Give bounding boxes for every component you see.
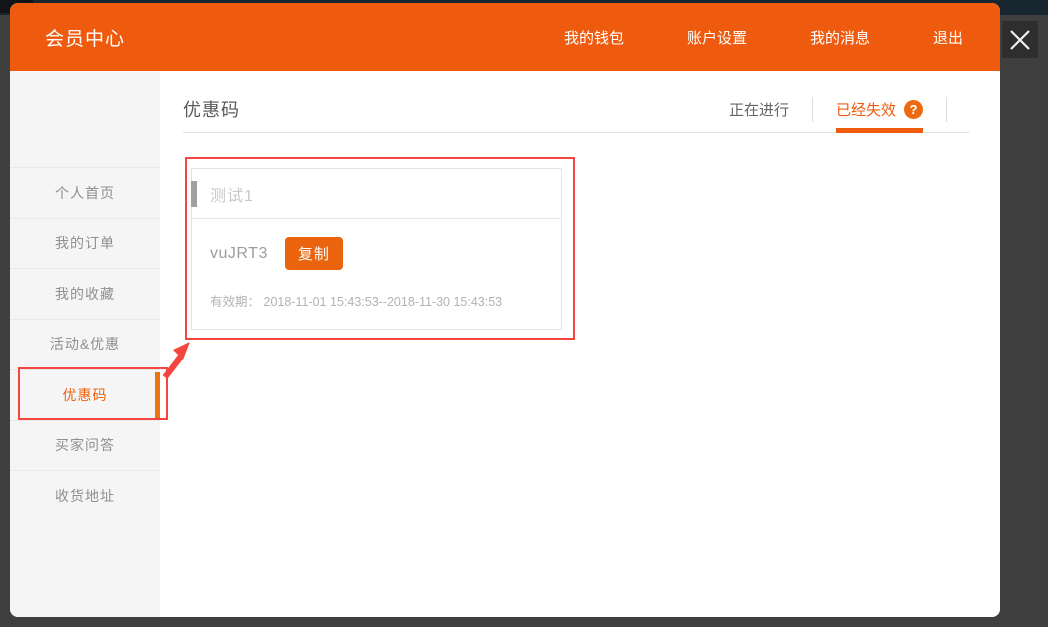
validity-label: 有效期：	[210, 295, 260, 309]
sidebar-item-my-orders[interactable]: 我的订单	[10, 218, 160, 269]
validity-value: 2018-11-01 15:43:53--2018-11-30 15:43:53	[264, 295, 503, 309]
tabs: 正在进行 已经失效 ?	[729, 97, 970, 122]
tab-expired-label: 已经失效	[836, 99, 896, 120]
copy-button[interactable]: 复制	[285, 237, 343, 270]
tab-separator	[946, 97, 947, 122]
coupon-card: 测试1 vuJRT3 复制 有效期： 2018-11-01 15:43:53--…	[191, 168, 562, 330]
sidebar-item-label: 优惠码	[63, 385, 108, 405]
close-icon	[1008, 28, 1032, 52]
nav-logout[interactable]: 退出	[933, 27, 963, 48]
modal-title: 会员中心	[45, 24, 125, 51]
coupon-card-body: vuJRT3 复制 有效期： 2018-11-01 15:43:53--2018…	[192, 237, 561, 310]
sidebar-item-personal-home[interactable]: 个人首页	[10, 167, 160, 218]
sidebar-item-buyer-qa[interactable]: 买家问答	[10, 420, 160, 471]
content-header: 优惠码 正在进行 已经失效 ?	[183, 71, 970, 133]
member-center-modal: 会员中心 我的钱包 账户设置 我的消息 退出 个人首页 我的订单 我的收藏 活动…	[10, 3, 1000, 617]
question-circle-icon[interactable]: ?	[904, 100, 923, 119]
validity-row: 有效期： 2018-11-01 15:43:53--2018-11-30 15:…	[210, 291, 543, 310]
sidebar-item-shipping-address[interactable]: 收货地址	[10, 470, 160, 521]
coupon-code-value: vuJRT3	[210, 245, 268, 263]
nav-my-messages[interactable]: 我的消息	[810, 27, 870, 48]
coupon-card-header: 测试1	[192, 169, 561, 219]
sidebar-item-my-favorites[interactable]: 我的收藏	[10, 268, 160, 319]
nav-my-wallet[interactable]: 我的钱包	[564, 27, 624, 48]
coupon-name: 测试1	[210, 182, 254, 206]
nav-account-settings[interactable]: 账户设置	[687, 27, 747, 48]
modal-header: 会员中心 我的钱包 账户设置 我的消息 退出	[10, 3, 1000, 71]
top-nav: 我的钱包 账户设置 我的消息 退出	[564, 27, 963, 48]
annotation-box-coupon-card: 测试1 vuJRT3 复制 有效期： 2018-11-01 15:43:53--…	[185, 157, 575, 340]
card-marker-bar	[191, 181, 197, 207]
tab-expired[interactable]: 已经失效 ?	[836, 99, 923, 120]
sidebar: 个人首页 我的订单 我的收藏 活动&优惠 优惠码 买家问答 收货地址	[10, 71, 160, 617]
page-title: 优惠码	[183, 96, 240, 122]
sidebar-spacer	[10, 71, 160, 167]
sidebar-item-coupon-code[interactable]: 优惠码	[10, 369, 160, 420]
close-button[interactable]	[1002, 21, 1038, 58]
sidebar-item-activities-offers[interactable]: 活动&优惠	[10, 319, 160, 370]
tab-separator	[812, 97, 813, 122]
main-content: 优惠码 正在进行 已经失效 ?	[160, 71, 1000, 617]
tab-in-progress[interactable]: 正在进行	[729, 99, 789, 120]
